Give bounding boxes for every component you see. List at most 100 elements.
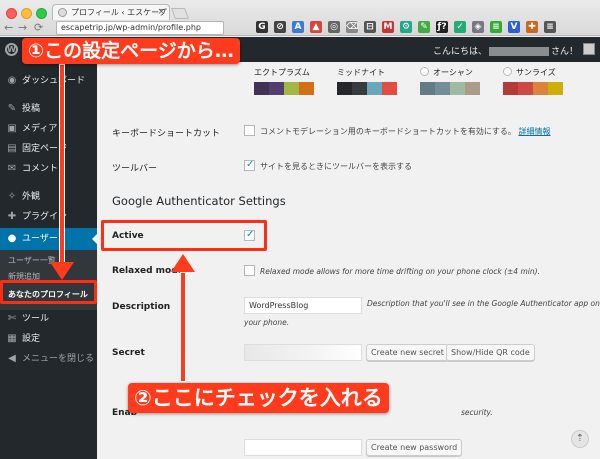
ga-relaxed-checkbox[interactable] (244, 265, 255, 276)
close-window-button[interactable] (6, 8, 17, 19)
ga-secret-input[interactable] (244, 344, 362, 361)
swatch (420, 82, 435, 95)
swatch (465, 82, 480, 95)
show-hide-qr-button[interactable]: Show/Hide QR code (446, 344, 535, 361)
create-new-secret-button[interactable]: Create new secret (366, 344, 449, 361)
dashboard-icon: ◉ (7, 75, 17, 86)
arrow-1-head-icon (50, 262, 74, 280)
sidebar-item-label: ツール (22, 314, 50, 324)
scheme-midnight-swatches[interactable] (337, 82, 397, 95)
swatch (352, 82, 367, 95)
extension-icon[interactable]: ⌫ (346, 21, 359, 33)
scheme-sunrise-label: サンライズ (516, 68, 556, 77)
more-info-link[interactable]: 詳細情報 (518, 127, 550, 136)
arrow-2-head-icon (171, 254, 195, 272)
new-tab-button[interactable] (170, 8, 190, 19)
swatch (503, 82, 518, 95)
collapse-menu-button[interactable]: ◀ メニューを閉じる (0, 348, 97, 370)
back-button[interactable]: ← (4, 22, 13, 34)
extension-icon[interactable]: ≡ (544, 21, 556, 33)
sidebar-item-label: ダッシュボード (22, 76, 86, 86)
admin-sidebar: ◉ ダッシュボード ✎ 投稿 ▣ メディア ▤ 固定ページ ✉ コメント ✧ 外… (0, 62, 97, 459)
extension-icon[interactable]: ✓ (454, 21, 466, 33)
swatch (548, 82, 563, 95)
swatch (254, 82, 269, 95)
scheme-ocean-label: オーシャン (433, 68, 473, 77)
toolbar-desc: サイトを見るときにツールバーを表示する (260, 162, 412, 171)
tab-title: プロフィール ‹ エスケープ (71, 8, 167, 17)
sidebar-item-label: 外観 (22, 192, 41, 202)
wordpress-logo-icon[interactable]: W (5, 43, 18, 56)
swatch (518, 82, 533, 95)
comment-icon: ✉ (7, 163, 17, 174)
scheme-midnight-label: ミッドナイト (337, 68, 385, 77)
active-row-highlight (101, 220, 267, 251)
user-icon: ● (7, 233, 17, 244)
sidebar-item-settings[interactable]: ▦ 設定 (0, 328, 97, 350)
create-new-password-button[interactable]: Create new password (366, 439, 463, 456)
minimize-window-button[interactable] (21, 8, 32, 19)
greeting-suffix: さん！ (550, 47, 578, 57)
extension-icon[interactable]: ✚ (526, 21, 538, 33)
keyboard-shortcuts-label: キーボードショートカット (112, 129, 221, 139)
keyboard-shortcuts-checkbox[interactable] (244, 125, 255, 136)
sidebar-item-pages[interactable]: ▤ 固定ページ (0, 138, 97, 160)
sidebar-item-users[interactable]: ● ユーザー (0, 228, 97, 250)
tab-close-icon[interactable]: × (157, 5, 165, 20)
brush-icon: ✧ (7, 191, 17, 202)
extension-icon[interactable]: V (508, 21, 520, 33)
scheme-sunrise-option[interactable]: サンライズ (503, 67, 556, 78)
extension-icon[interactable]: A (292, 21, 304, 33)
toolbar-checkbox[interactable] (244, 159, 255, 171)
browser-tab[interactable]: プロフィール ‹ エスケープ × (52, 4, 170, 20)
ga-description-input[interactable]: WordPressBlog (244, 297, 362, 314)
swatch (450, 82, 465, 95)
forward-button[interactable]: → (18, 22, 27, 34)
sidebar-item-media[interactable]: ▣ メディア (0, 118, 97, 140)
url-text: escapetrip.jp/wp-admin/profile.php (61, 23, 201, 32)
extension-icon[interactable]: M (382, 21, 394, 33)
collapse-label: メニューを閉じる (22, 354, 95, 364)
extension-icon[interactable]: ⊘ (274, 21, 286, 33)
sidebar-item-label: メディア (22, 124, 58, 134)
sidebar-item-plugins[interactable]: ✚ プラグイン (0, 206, 97, 228)
ga-relaxed-desc: Relaxed mode allows for more time drifti… (260, 267, 540, 276)
extension-icon[interactable]: ▲ (310, 21, 322, 33)
scroll-top-button[interactable]: ⇡ (571, 430, 589, 448)
collapse-icon: ◀ (8, 353, 16, 364)
scheme-ocean-swatches[interactable] (420, 82, 480, 95)
swatch (533, 82, 548, 95)
extension-icon[interactable]: ◈ (472, 21, 484, 33)
sidebar-item-comments[interactable]: ✉ コメント (0, 158, 97, 180)
extension-icon[interactable]: ◎ (328, 21, 340, 33)
scheme-sunrise-swatches[interactable] (503, 82, 563, 95)
extension-icon[interactable]: ≡ (490, 21, 502, 33)
ga-description-help-1: Description that you'll see in the Googl… (367, 299, 600, 308)
app-password-input[interactable] (244, 439, 362, 456)
scheme-sunrise-radio[interactable] (503, 67, 512, 76)
reload-button[interactable]: ⟳ (34, 22, 43, 34)
url-bar[interactable]: escapetrip.jp/wp-admin/profile.php (56, 21, 224, 35)
sidebar-item-appearance[interactable]: ✧ 外観 (0, 186, 97, 208)
extension-icon[interactable]: ✎ (418, 21, 430, 33)
scheme-ectoplasm-label: エクトプラズム (254, 68, 310, 77)
sidebar-item-dashboard[interactable]: ◉ ダッシュボード (0, 70, 97, 92)
ga-section-title: Google Authenticator Settings (112, 194, 286, 208)
wrench-icon: ✄ (7, 313, 17, 324)
settings-icon: ▦ (7, 333, 17, 344)
extension-icon[interactable]: G (256, 21, 268, 33)
extension-icon[interactable]: ⚙ (400, 21, 412, 33)
your-profile-highlight (0, 280, 97, 304)
account-greeting[interactable]: こんにちは、 さん！ (433, 44, 578, 57)
zoom-window-button[interactable] (36, 8, 47, 19)
sidebar-item-posts[interactable]: ✎ 投稿 (0, 98, 97, 120)
arrow-2-shaft (180, 272, 186, 382)
scheme-ectoplasm-swatches[interactable] (254, 82, 314, 95)
extension-icon[interactable]: ƒ? (436, 21, 448, 33)
app-password-desc-tail: security. (461, 408, 493, 417)
sidebar-item-tools[interactable]: ✄ ツール (0, 308, 97, 330)
scheme-ocean-option[interactable]: オーシャン (420, 67, 473, 78)
avatar[interactable] (583, 43, 595, 55)
extension-icon[interactable]: ⊟ (364, 21, 376, 33)
scheme-ocean-radio[interactable] (420, 67, 429, 76)
